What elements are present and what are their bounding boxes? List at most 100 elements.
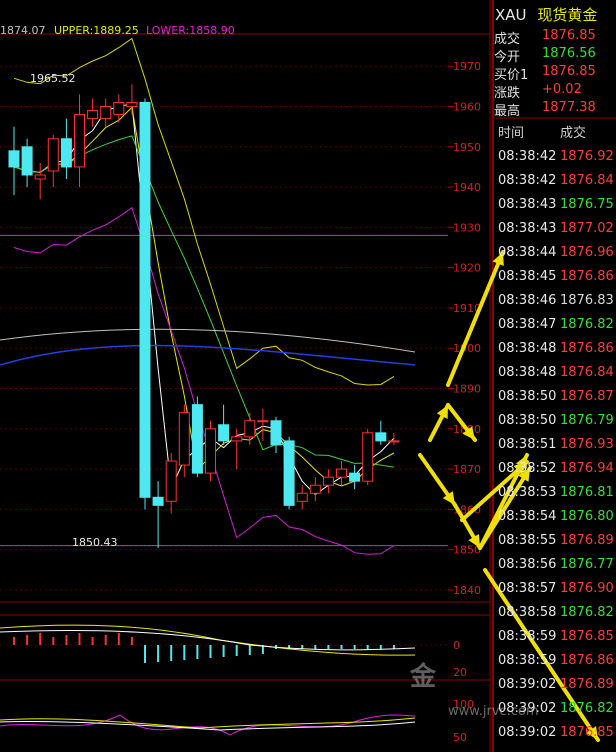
tick-time: 08:39:02: [498, 677, 557, 692]
candle-body: [74, 114, 85, 168]
tick-time: 08:38:50: [498, 413, 557, 428]
tick-price: 1876.80: [560, 509, 614, 524]
tick-row[interactable]: 08:38:55 1876.89: [498, 533, 616, 557]
tick-price: 1876.82: [560, 605, 614, 620]
tick-row[interactable]: 08:38:44 1876.96: [498, 245, 616, 269]
tick-price: 1876.82: [560, 317, 614, 332]
candle-body: [362, 432, 374, 482]
osc-line-magenta: [0, 714, 416, 736]
tick-row[interactable]: 08:38:57 1876.90: [498, 581, 616, 605]
tick-price: 1876.86: [560, 653, 614, 668]
tick-price: 1876.84: [560, 365, 614, 380]
tick-price: 1876.85: [560, 629, 614, 644]
tick-label: 1960: [453, 101, 481, 114]
candle-body: [47, 138, 59, 172]
lower-band-line: [13, 206, 395, 555]
tick-time: 08:38:45: [498, 269, 557, 284]
quote-label: 买价1: [494, 68, 529, 83]
tick-time: 08:38:42: [498, 149, 557, 164]
quote-row: 今开 1876.56: [494, 46, 616, 65]
tick-row[interactable]: 08:38:50 1876.87: [498, 389, 616, 413]
tick-price: 1876.93: [560, 437, 614, 452]
tick-row[interactable]: 08:38:47 1876.82: [498, 317, 616, 341]
candle-body: [231, 436, 243, 442]
candle-body: [191, 404, 203, 474]
tick-time: 08:38:44: [498, 245, 557, 260]
tick-time: 08:38:48: [498, 341, 557, 356]
tick-row[interactable]: 08:38:52 1876.94: [498, 461, 616, 485]
lower-band-value: LOWER:1858.90: [146, 24, 235, 37]
tick-time: 08:38:59: [498, 653, 557, 668]
tick-row[interactable]: 08:38:56 1876.77: [498, 557, 616, 581]
tick-row[interactable]: 08:38:59 1876.85: [498, 629, 616, 653]
quote-row: 最高 1877.38: [494, 100, 616, 119]
tick-row[interactable]: 08:38:42 1876.92: [498, 149, 616, 173]
tick-row[interactable]: 08:38:42 1876.84: [498, 173, 616, 197]
tick-price: 1876.94: [560, 461, 614, 476]
candle-body: [270, 420, 282, 446]
indicator-value: 1874.07: [0, 24, 46, 37]
price-annotation: 1965.52: [30, 72, 76, 86]
symbol-code: XAU: [495, 6, 527, 24]
trend-line-blue: [0, 344, 416, 366]
tick-price: 1876.81: [560, 485, 614, 500]
tick-time: 08:38:47: [498, 317, 557, 332]
tick-row[interactable]: 08:38:53 1876.81: [498, 485, 616, 509]
tick-row[interactable]: 08:38:48 1876.86: [498, 341, 616, 365]
tick-price: 1876.75: [560, 197, 614, 212]
tick-time: 08:38:53: [498, 485, 557, 500]
candle-body: [152, 496, 164, 506]
candle-body: [100, 106, 112, 120]
col-price-header: 成交: [560, 126, 587, 141]
quote-row: 买价1 1876.85: [494, 64, 616, 83]
tick-time: 08:38:48: [498, 365, 557, 380]
tick-label: 1920: [453, 262, 481, 275]
tick-time: 08:38:42: [498, 173, 557, 188]
candle-body: [322, 476, 334, 486]
candle-body: [296, 492, 308, 502]
tick-time: 08:38:43: [498, 221, 557, 236]
tick-time: 08:38:51: [498, 437, 557, 452]
quote-value: +0.02: [542, 82, 582, 97]
tick-row[interactable]: 08:38:45 1876.86: [498, 269, 616, 293]
candle-body: [244, 420, 256, 438]
tick-row[interactable]: 08:38:59 1876.86: [498, 653, 616, 677]
tick-row[interactable]: 08:39:02 1876.89: [498, 677, 616, 701]
tick-row[interactable]: 08:38:51 1876.93: [498, 437, 616, 461]
tick-row[interactable]: 08:38:48 1876.84: [498, 365, 616, 389]
watermark-url: www.jrvc.com: [448, 704, 539, 719]
tick-label: 1950: [453, 141, 481, 154]
tick-price: 1876.77: [560, 557, 614, 572]
tick-row[interactable]: 08:38:50 1876.79: [498, 413, 616, 437]
tick-label: 1890: [453, 383, 481, 396]
candle-body: [60, 138, 72, 168]
tick-row[interactable]: 08:38:58 1876.82: [498, 605, 616, 629]
tick-time: 08:38:58: [498, 605, 557, 620]
tick-price: 1876.86: [560, 269, 614, 284]
candle-body: [218, 424, 230, 442]
candle-body: [113, 101, 125, 116]
ma-long-line: [13, 135, 394, 468]
candles: [8, 84, 400, 549]
tick-price: 1876.92: [560, 149, 614, 164]
tick-price: 1876.83: [560, 293, 614, 308]
tick-row[interactable]: 08:39:02 1876.85: [498, 725, 616, 749]
candle-body: [87, 110, 99, 120]
tick-time: 08:38:55: [498, 533, 557, 548]
tick-label: 1930: [453, 221, 481, 234]
sub-tick-label: 0: [453, 639, 460, 652]
candle-body: [21, 146, 33, 176]
tick-row[interactable]: 08:38:54 1876.80: [498, 509, 616, 533]
tick-row[interactable]: 08:38:46 1876.83: [498, 293, 616, 317]
quote-label: 最高: [494, 104, 521, 119]
macd-line: [0, 624, 416, 656]
price-annotation: 1850.43: [72, 535, 118, 549]
tick-row[interactable]: 08:38:43 1877.02: [498, 221, 616, 245]
tick-time: 08:38:52: [498, 461, 557, 476]
quote-label: 今开: [494, 50, 521, 65]
tick-time: 08:38:56: [498, 557, 557, 572]
indicator-lines: [0, 37, 448, 555]
tick-price: 1876.85: [560, 725, 614, 740]
tick-row[interactable]: 08:38:43 1876.75: [498, 197, 616, 221]
quote-row: 成交 1876.85: [494, 28, 616, 47]
